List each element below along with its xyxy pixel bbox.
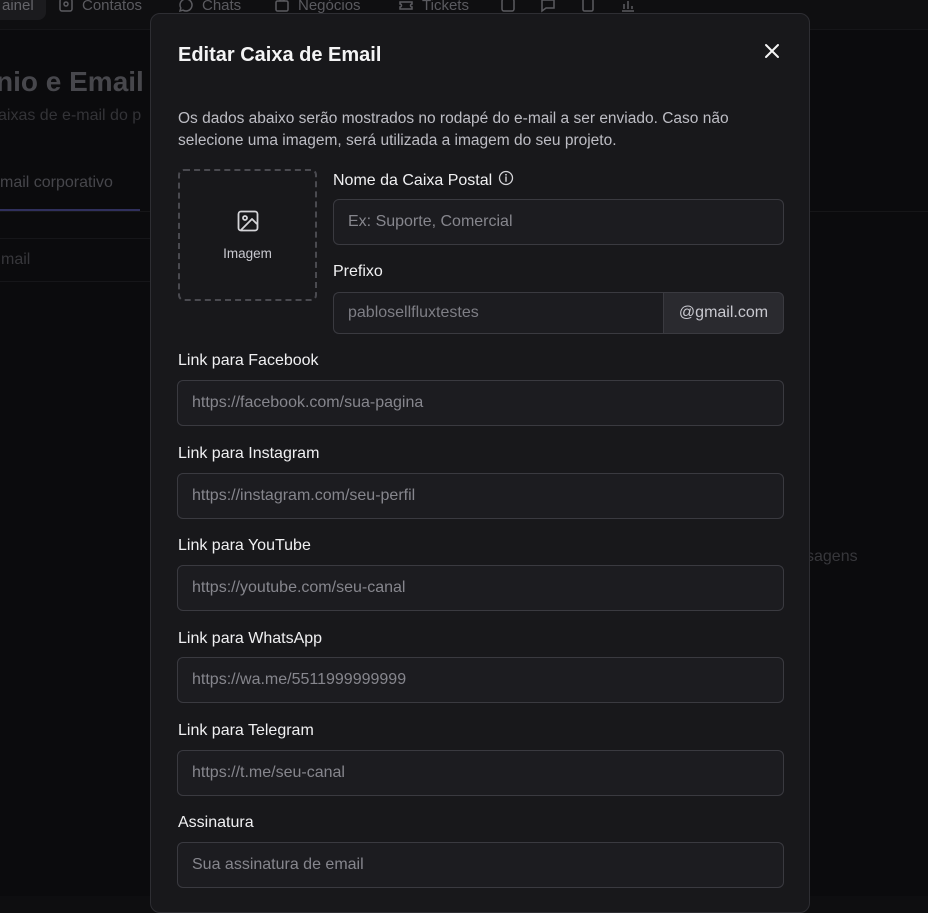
facebook-input[interactable] xyxy=(177,380,784,426)
signature-label: Assinatura xyxy=(178,814,254,832)
signature-input[interactable] xyxy=(177,842,784,888)
instagram-label: Link para Instagram xyxy=(178,445,319,463)
modal-description: Os dados abaixo serão mostrados no rodap… xyxy=(178,108,788,152)
telegram-input[interactable] xyxy=(177,750,784,796)
instagram-input[interactable] xyxy=(177,473,784,519)
modal-title: Editar Caixa de Email xyxy=(178,44,381,67)
edit-mailbox-modal: Editar Caixa de Email Os dados abaixo se… xyxy=(150,13,810,913)
prefix-group: @gmail.com xyxy=(333,292,784,334)
image-upload[interactable]: Imagem xyxy=(178,169,317,301)
close-icon xyxy=(764,43,780,64)
telegram-label: Link para Telegram xyxy=(178,722,314,740)
close-button[interactable] xyxy=(759,40,785,66)
prefix-input[interactable] xyxy=(333,292,663,334)
email-domain-suffix: @gmail.com xyxy=(663,292,784,334)
info-icon[interactable] xyxy=(498,170,514,191)
mailbox-name-input[interactable] xyxy=(333,199,784,245)
youtube-input[interactable] xyxy=(177,565,784,611)
image-icon xyxy=(236,209,260,238)
mailbox-name-label-text: Nome da Caixa Postal xyxy=(333,172,492,190)
whatsapp-input[interactable] xyxy=(177,657,784,703)
mailbox-name-label: Nome da Caixa Postal xyxy=(333,170,514,191)
youtube-label: Link para YouTube xyxy=(178,537,311,555)
whatsapp-label: Link para WhatsApp xyxy=(178,630,322,648)
facebook-label: Link para Facebook xyxy=(178,352,319,370)
image-upload-label: Imagem xyxy=(223,246,272,261)
prefix-label: Prefixo xyxy=(333,263,383,281)
